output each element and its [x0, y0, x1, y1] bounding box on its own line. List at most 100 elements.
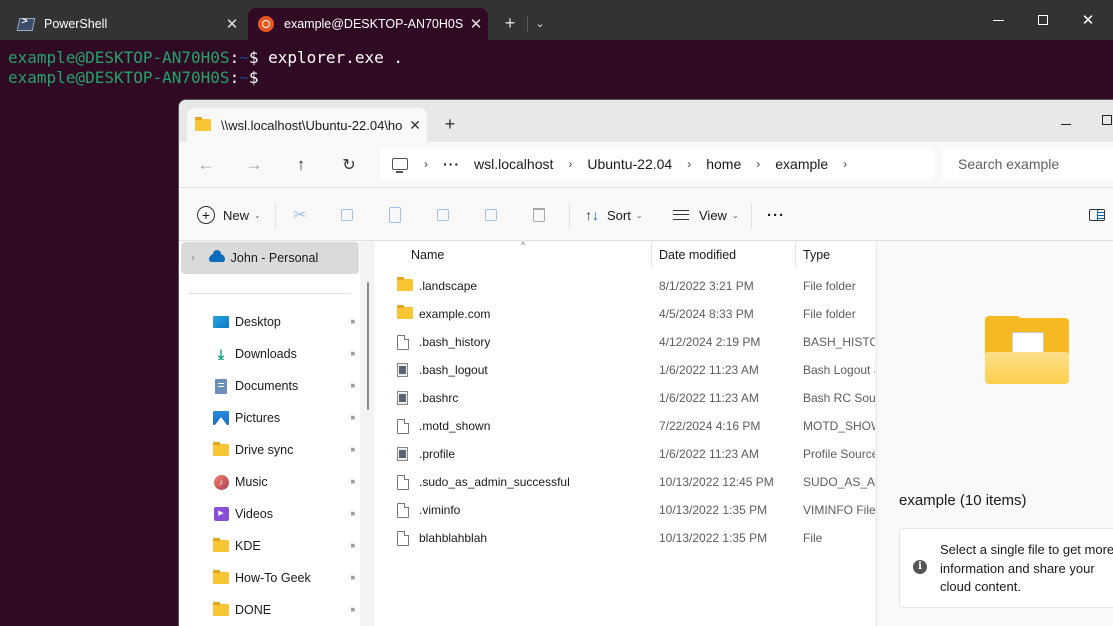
script-file-icon	[397, 447, 408, 461]
details-pane-button[interactable]	[1089, 200, 1105, 230]
prompt-symbol: $	[248, 68, 259, 87]
up-button[interactable]: ↑	[286, 150, 316, 180]
this-pc-icon[interactable]	[392, 158, 408, 173]
videos-icon: ▶	[213, 506, 229, 522]
breadcrumb-example[interactable]: example	[775, 156, 828, 172]
terminal-line: example@DESKTOP-AN70H0S:~$ explorer.exe …	[8, 48, 403, 68]
file-row[interactable]: example.com 4/5/2024 8:33 PM File folder	[375, 300, 875, 328]
sidebar-item-label: Music	[235, 475, 268, 489]
command-text: explorer.exe .	[258, 48, 403, 67]
chevron-right-icon[interactable]: ›	[687, 157, 691, 171]
pin-icon: ✦	[345, 475, 359, 489]
pin-icon: ✦	[345, 347, 359, 361]
sidebar-scrollbar-thumb[interactable]	[367, 282, 369, 410]
terminal-tab-ubuntu[interactable]: example@DESKTOP-AN70H0S: ~ ✕	[248, 8, 488, 40]
sidebar-item-kde[interactable]: KDE ✦	[179, 531, 364, 561]
chevron-right-icon[interactable]: ›	[756, 157, 760, 171]
forward-button[interactable]: →	[239, 150, 269, 180]
breadcrumb-overflow[interactable]: ···	[443, 156, 460, 172]
close-tab-icon[interactable]: ✕	[220, 15, 244, 33]
share-button[interactable]	[485, 200, 507, 230]
copy-button[interactable]	[341, 200, 363, 230]
new-tab-button[interactable]: +	[437, 112, 463, 138]
sort-button[interactable]: ↑↓ Sort ⌄	[585, 200, 643, 230]
terminal-tab-powershell[interactable]: PowerShell ✕	[8, 8, 244, 40]
sidebar-item-downloads[interactable]: ⤓ Downloads ✦	[179, 339, 364, 369]
file-row[interactable]: blahblahblah 10/13/2022 1:35 PM File	[375, 524, 875, 552]
pin-icon: ✦	[345, 603, 359, 617]
search-input[interactable]	[958, 156, 1113, 172]
address-bar[interactable]: › ··· wsl.localhost › Ubuntu-22.04 › hom…	[380, 148, 934, 180]
refresh-button[interactable]: ↻	[334, 150, 364, 180]
breadcrumb-ubuntu[interactable]: Ubuntu-22.04	[587, 156, 672, 172]
sidebar-item-onedrive[interactable]: › John - Personal	[181, 242, 359, 274]
back-button[interactable]: ←	[191, 150, 221, 180]
folder-icon	[213, 538, 229, 554]
close-window-button[interactable]: ✕	[1065, 8, 1111, 32]
sidebar-item-done[interactable]: DONE ✦	[179, 595, 364, 625]
cut-button[interactable]: ✂	[293, 200, 315, 230]
sidebar-item-desktop[interactable]: Desktop ✦	[179, 307, 364, 337]
close-tab-icon[interactable]: ✕	[464, 15, 488, 33]
explorer-tab[interactable]: \\wsl.localhost\Ubuntu-22.04\home\exampl…	[187, 108, 427, 142]
sidebar-item-documents[interactable]: Documents ✦	[179, 371, 364, 401]
chevron-right-icon[interactable]: ›	[191, 252, 195, 264]
breadcrumb-home[interactable]: home	[706, 156, 741, 172]
file-list: ^ Name Date modified Type .landscape 8/1…	[375, 240, 875, 626]
new-button[interactable]: + New ⌄	[197, 200, 261, 230]
view-button[interactable]: View ⌄	[673, 200, 739, 230]
maximize-button[interactable]	[1020, 8, 1066, 32]
chevron-right-icon[interactable]: ›	[843, 157, 847, 171]
new-tab-button[interactable]: +	[498, 12, 522, 36]
column-resize-handle[interactable]	[795, 242, 796, 268]
more-options-button[interactable]: ···	[767, 200, 785, 230]
file-row[interactable]: .bash_history 4/12/2024 2:19 PM BASH_HIS…	[375, 328, 875, 356]
rename-button[interactable]	[437, 200, 459, 230]
file-row[interactable]: .bash_logout 1/6/2022 11:23 AM Bash Logo…	[375, 356, 875, 384]
minimize-icon	[1061, 123, 1071, 125]
prompt-path: ~	[239, 48, 249, 67]
info-icon: i	[913, 560, 927, 574]
tab-label: \\wsl.localhost\Ubuntu-22.04\home\exampl…	[221, 117, 403, 133]
sidebar-item-label: John - Personal	[230, 251, 319, 265]
file-icon	[397, 531, 409, 546]
file-row[interactable]: .sudo_as_admin_successful 10/13/2022 12:…	[375, 468, 875, 496]
sidebar-item-label: Desktop	[235, 315, 281, 329]
file-type: VIMINFO File	[803, 503, 875, 517]
file-row[interactable]: .viminfo 10/13/2022 1:35 PM VIMINFO File	[375, 496, 875, 524]
sidebar-item-music[interactable]: ♪ Music ✦	[179, 467, 364, 497]
pin-icon: ✦	[345, 507, 359, 521]
chevron-right-icon[interactable]: ›	[424, 157, 428, 171]
tab-dropdown-button[interactable]: ⌄	[531, 12, 549, 36]
sidebar-item-pictures[interactable]: Pictures ✦	[179, 403, 364, 433]
documents-icon	[213, 378, 229, 394]
terminal-titlebar: PowerShell ✕ example@DESKTOP-AN70H0S: ~ …	[0, 0, 1113, 40]
trash-icon	[533, 208, 545, 222]
folder-icon	[195, 117, 211, 131]
paste-button[interactable]	[389, 200, 411, 230]
breadcrumb-wsl-localhost[interactable]: wsl.localhost	[474, 156, 553, 172]
close-tab-icon[interactable]: ✕	[403, 117, 427, 134]
sidebar-item-label: Drive sync	[235, 443, 294, 457]
minimize-button[interactable]	[1051, 114, 1081, 134]
column-header-date[interactable]: Date modified	[659, 248, 736, 262]
column-header-type[interactable]: Type	[803, 248, 830, 262]
terminal-output[interactable]: example@DESKTOP-AN70H0S:~$ explorer.exe …	[8, 48, 403, 88]
chevron-right-icon[interactable]: ›	[568, 157, 572, 171]
column-resize-handle[interactable]	[651, 242, 652, 268]
search-box[interactable]	[943, 148, 1113, 180]
delete-button[interactable]	[533, 200, 555, 230]
scissors-icon: ✂	[293, 207, 307, 224]
file-row[interactable]: .bashrc 1/6/2022 11:23 AM Bash RC Source…	[375, 384, 875, 412]
divider	[527, 16, 528, 32]
file-row[interactable]: .landscape 8/1/2022 3:21 PM File folder	[375, 272, 875, 300]
sidebar-item-how-to-geek[interactable]: How-To Geek ✦	[179, 563, 364, 593]
divider	[751, 203, 752, 229]
sidebar-item-videos[interactable]: ▶ Videos ✦	[179, 499, 364, 529]
column-header-name[interactable]: Name	[411, 248, 444, 262]
sidebar-item-drive-sync[interactable]: Drive sync ✦	[179, 435, 364, 465]
file-row[interactable]: .profile 1/6/2022 11:23 AM Profile Sourc…	[375, 440, 875, 468]
minimize-button[interactable]	[975, 8, 1021, 32]
maximize-button[interactable]	[1097, 110, 1113, 130]
file-row[interactable]: .motd_shown 7/22/2024 4:16 PM MOTD_SHOWN…	[375, 412, 875, 440]
